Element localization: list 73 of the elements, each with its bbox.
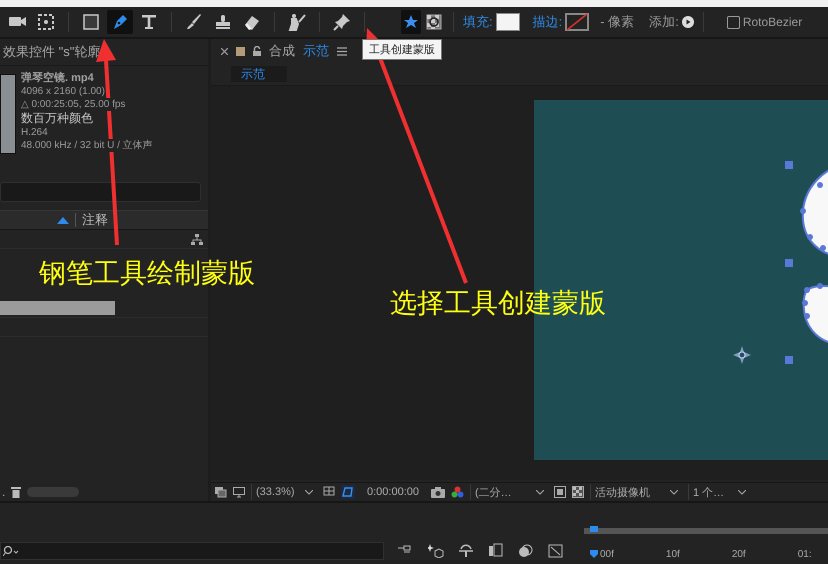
layers-icon[interactable]	[215, 486, 227, 498]
play-circle-icon[interactable]	[682, 16, 694, 28]
anchor-point-icon[interactable]	[733, 346, 751, 364]
ruler-label: 00f	[600, 549, 614, 560]
panel-label: 合成	[269, 42, 295, 60]
frame-blending-icon[interactable]	[488, 543, 504, 558]
caret-icon	[738, 490, 746, 494]
shape-mode-button[interactable]	[401, 10, 421, 34]
label-swatch	[236, 46, 245, 56]
mask-icon	[426, 14, 442, 30]
time-ruler[interactable]: 00f 10f 20f 01:	[584, 528, 828, 560]
sort-arrow-icon[interactable]	[57, 216, 69, 224]
close-icon[interactable]	[221, 48, 228, 54]
fill-label: 填充:	[463, 13, 493, 31]
zoom-dropdown[interactable]: (33.3%)	[251, 484, 317, 500]
caret-icon	[670, 490, 678, 494]
file-detail: 48.000 kHz / 32 bit U / 立体声	[21, 139, 153, 152]
camera-view-dropdown[interactable]: 活动摄像机	[590, 484, 682, 500]
composition-name[interactable]: 示范	[303, 42, 329, 60]
menu-icon[interactable]	[337, 46, 347, 56]
motion-blur-icon[interactable]	[518, 543, 534, 558]
puppet-icon	[287, 12, 307, 32]
hierarchy-icon[interactable]	[191, 234, 203, 244]
add-label: 添加:	[649, 13, 679, 31]
monitor-icon[interactable]	[233, 486, 245, 498]
caret-icon	[305, 490, 313, 494]
star-icon	[403, 14, 419, 30]
pen-tool-button[interactable]	[107, 10, 133, 34]
fill-swatch[interactable]	[496, 13, 520, 31]
search-field[interactable]	[0, 542, 384, 560]
tooltip: 工具创建蒙版	[362, 39, 442, 60]
stroke-swatch[interactable]	[565, 13, 590, 31]
footer-text: .	[2, 485, 6, 499]
composition-tab[interactable]: 示范	[231, 66, 287, 82]
rotobezier-checkbox[interactable]	[726, 16, 740, 28]
annotation-text: 选择工具创建蒙版	[390, 287, 606, 319]
ruler-label: 20f	[732, 549, 746, 560]
ruler-label: 10f	[666, 549, 680, 560]
playhead-icon[interactable]	[590, 526, 598, 558]
grid-icon[interactable]	[323, 486, 335, 498]
search-field[interactable]	[0, 182, 201, 202]
stamp-icon	[213, 12, 233, 32]
timecode[interactable]: 0:00:00:00	[367, 486, 419, 498]
channels-icon[interactable]	[451, 486, 464, 498]
brush-icon	[184, 12, 204, 32]
view-layout-dropdown[interactable]: 1 个…	[688, 484, 750, 500]
sparkle-cube-icon[interactable]	[428, 543, 444, 558]
column-label[interactable]: 注释	[82, 211, 108, 229]
file-detail: 4096 x 2160 (1.00)	[21, 85, 105, 98]
lock-icon[interactable]	[253, 46, 261, 56]
file-detail: 数百万种颜色	[21, 111, 93, 126]
ruler-label: 01:	[798, 549, 812, 560]
annotation-text: 钢笔工具绘制蒙版	[39, 257, 255, 289]
resolution-dropdown[interactable]: (二分…	[470, 484, 548, 500]
region-icon	[36, 12, 56, 32]
rotobezier-label: RotoBezier	[742, 15, 802, 29]
search-icon[interactable]	[3, 545, 19, 557]
region-of-interest-icon[interactable]	[554, 486, 566, 498]
trash-icon[interactable]	[11, 486, 22, 498]
caret-icon	[536, 490, 544, 494]
text-tool-icon	[139, 12, 159, 32]
layer-row[interactable]	[0, 299, 208, 318]
file-detail: △ 0:00:25:05, 25.00 fps	[21, 98, 126, 111]
stroke-width-value[interactable]: - 像素	[600, 13, 634, 31]
transparency-grid-icon[interactable]	[572, 486, 584, 498]
rectangle-tool-icon	[81, 12, 101, 32]
file-name: 弹琴空镜. mp4	[21, 72, 94, 85]
pin-icon	[332, 12, 352, 32]
mask-visibility-icon[interactable]	[341, 485, 355, 499]
graph-editor-icon[interactable]	[548, 543, 564, 558]
stroke-label: 描边:	[532, 13, 562, 31]
camera-snapshot-icon[interactable]	[431, 486, 445, 498]
shy-layers-icon[interactable]	[458, 543, 474, 558]
